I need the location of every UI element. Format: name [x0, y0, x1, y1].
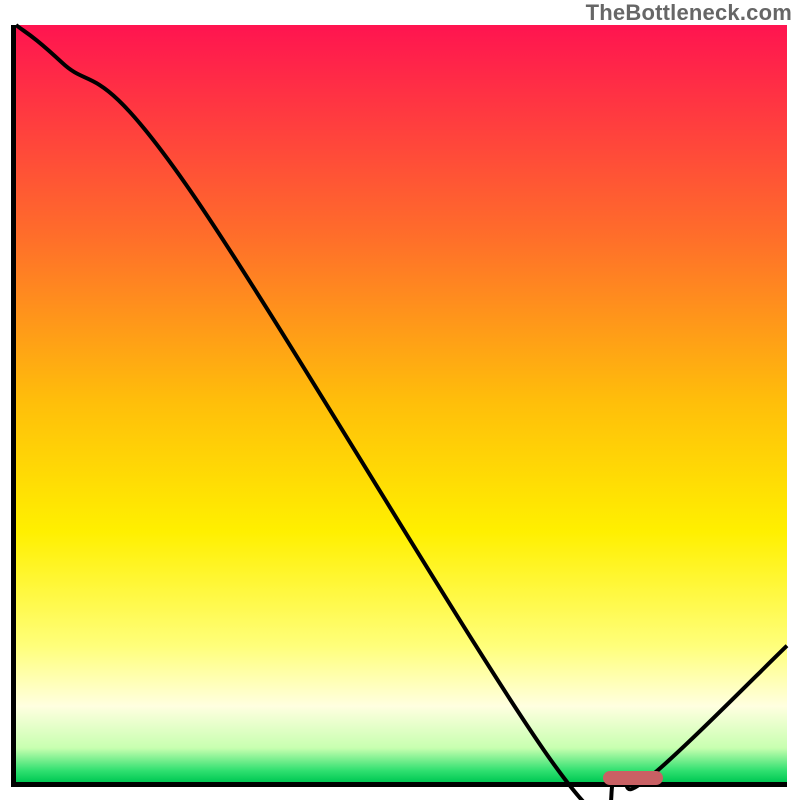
chart-stage: TheBottleneck.com	[0, 0, 800, 800]
bottleneck-curve	[16, 25, 787, 782]
plot-frame	[11, 25, 787, 787]
optimal-point-marker	[603, 771, 663, 785]
watermark-text: TheBottleneck.com	[586, 0, 792, 26]
